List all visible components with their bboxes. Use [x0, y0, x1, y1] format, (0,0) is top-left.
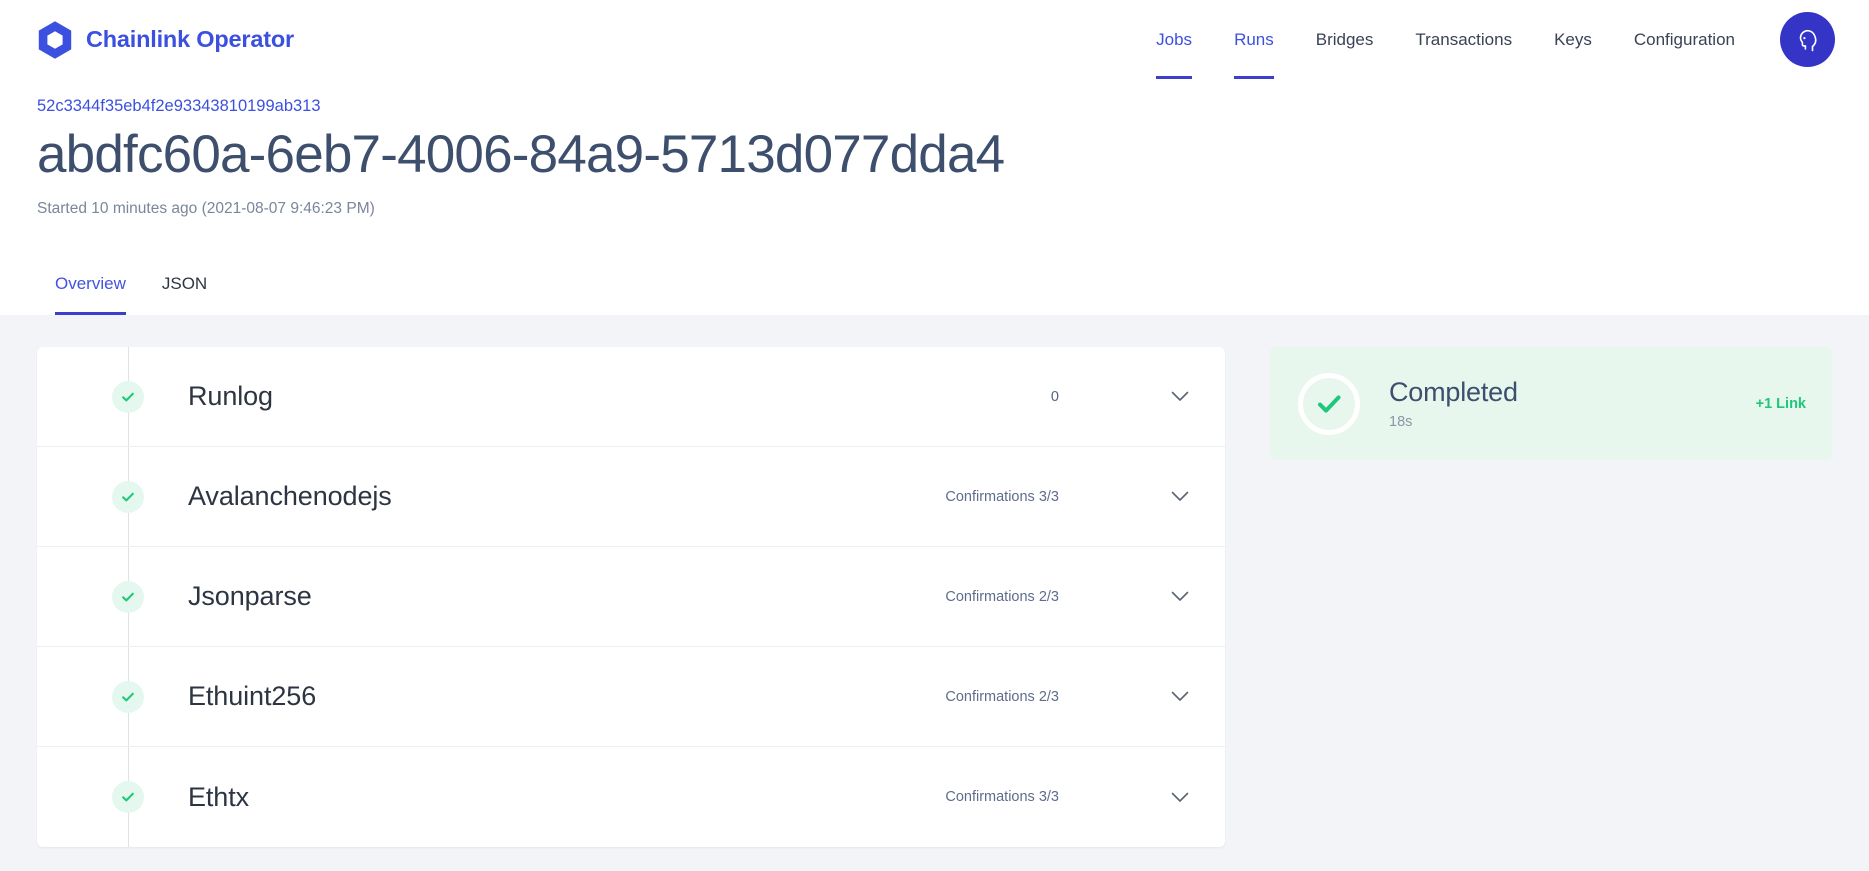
- nav-item-label: Keys: [1554, 29, 1592, 49]
- chevron-down-icon[interactable]: [1169, 786, 1191, 808]
- check-circle-icon: [1298, 372, 1360, 435]
- chevron-down-icon[interactable]: [1169, 386, 1191, 408]
- tab-bar: Overview JSON: [37, 252, 1832, 316]
- table-row[interactable]: Jsonparse Confirmations 2/3: [37, 547, 1225, 648]
- check-icon: [112, 380, 144, 413]
- status-badge: Completed 18s +1 Link: [1270, 347, 1832, 461]
- top-navbar: Chainlink Operator Jobs Runs Bridges Tra…: [0, 0, 1869, 79]
- status-title: Completed: [1389, 377, 1518, 408]
- task-meta: 0: [1050, 388, 1059, 405]
- chevron-down-icon[interactable]: [1169, 686, 1191, 708]
- status-duration: 18s: [1389, 414, 1413, 431]
- nav-item-runs[interactable]: Runs: [1213, 0, 1295, 79]
- nav-item-label: Configuration: [1633, 29, 1735, 49]
- task-name: Avalanchenodejs: [188, 481, 392, 512]
- tab-label: JSON: [161, 273, 208, 293]
- tab-label: Overview: [55, 273, 126, 293]
- task-meta: Confirmations 2/3: [945, 588, 1059, 605]
- task-name: Runlog: [188, 381, 273, 412]
- chevron-down-icon[interactable]: [1169, 586, 1191, 608]
- user-profile-icon: [1799, 29, 1816, 51]
- main-content: Runlog 0 Avalanchenodejs Confirmations 3…: [0, 315, 1869, 848]
- task-name: Ethtx: [188, 781, 250, 812]
- breadcrumb[interactable]: 52c3344f35eb4f2e93343810199ab313: [37, 97, 321, 117]
- table-row[interactable]: Avalanchenodejs Confirmations 3/3: [37, 447, 1225, 548]
- page-subtitle: Started 10 minutes ago (2021-08-07 9:46:…: [37, 200, 375, 218]
- check-icon: [112, 680, 144, 713]
- avatar[interactable]: [1780, 12, 1835, 67]
- tab-overview[interactable]: Overview: [37, 252, 144, 316]
- chevron-down-icon[interactable]: [1169, 486, 1191, 508]
- brand-logo[interactable]: Chainlink Operator: [37, 20, 294, 60]
- nav-item-label: Bridges: [1315, 29, 1374, 49]
- nav-item-transactions[interactable]: Transactions: [1394, 0, 1533, 79]
- nav-item-keys[interactable]: Keys: [1533, 0, 1613, 79]
- task-meta: Confirmations 3/3: [945, 789, 1059, 806]
- task-list-column: Runlog 0 Avalanchenodejs Confirmations 3…: [0, 347, 1225, 848]
- page-title: abdfc60a-6eb7-4006-84a9-5713d077dda4: [37, 124, 1005, 184]
- table-row[interactable]: Ethuint256 Confirmations 2/3: [37, 647, 1225, 748]
- task-meta: Confirmations 3/3: [945, 488, 1059, 505]
- task-name: Ethuint256: [188, 681, 317, 712]
- page-header: 52c3344f35eb4f2e93343810199ab313 abdfc60…: [0, 79, 1869, 316]
- check-icon: [112, 480, 144, 513]
- nav-item-bridges[interactable]: Bridges: [1295, 0, 1395, 79]
- status-column: Completed 18s +1 Link: [1225, 347, 1869, 820]
- nav-item-label: Jobs: [1156, 29, 1193, 49]
- nav-links: Jobs Runs Bridges Transactions Keys Conf…: [1135, 0, 1835, 79]
- link-reward-badge: +1 Link: [1755, 395, 1806, 412]
- nav-item-label: Runs: [1234, 29, 1274, 49]
- check-icon: [112, 781, 144, 814]
- nav-item-jobs[interactable]: Jobs: [1135, 0, 1213, 79]
- brand-name: Chainlink Operator: [86, 26, 294, 52]
- table-row[interactable]: Ethtx Confirmations 3/3: [37, 747, 1225, 847]
- task-meta: Confirmations 2/3: [945, 688, 1059, 705]
- chainlink-hexagon-icon: [38, 20, 72, 59]
- status-texts: Completed 18s: [1389, 377, 1518, 430]
- tab-json[interactable]: JSON: [144, 252, 225, 315]
- nav-item-label: Transactions: [1415, 29, 1513, 49]
- nav-item-configuration[interactable]: Configuration: [1613, 0, 1756, 79]
- table-row[interactable]: Runlog 0: [37, 347, 1225, 448]
- task-list-card: Runlog 0 Avalanchenodejs Confirmations 3…: [37, 347, 1225, 848]
- task-name: Jsonparse: [188, 581, 312, 612]
- check-icon: [112, 580, 144, 613]
